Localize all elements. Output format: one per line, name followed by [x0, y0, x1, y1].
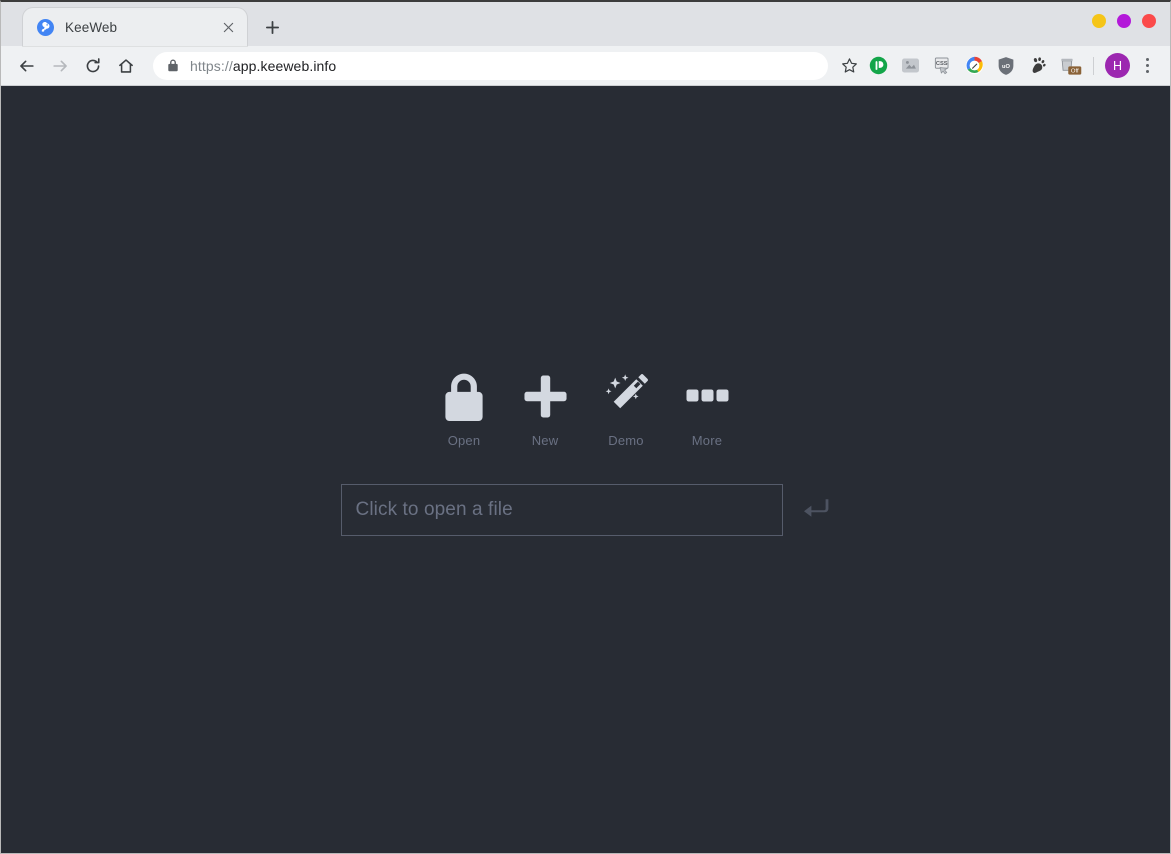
chrome-menu-button[interactable] [1134, 52, 1160, 80]
adblock-extension-icon[interactable]: Off [1054, 51, 1086, 81]
close-icon[interactable] [217, 16, 239, 38]
window-close-button[interactable] [1142, 14, 1156, 28]
css-viewer-extension-icon[interactable]: CSS [926, 51, 958, 81]
url-scheme: https:// [190, 57, 233, 74]
file-path-input[interactable] [340, 484, 783, 536]
home-icon[interactable] [112, 52, 140, 80]
open-file-button[interactable]: Open [424, 369, 505, 448]
open-file-label: Open [447, 433, 481, 448]
svg-text:Off: Off [1071, 68, 1079, 74]
forward-arrow-icon [46, 52, 74, 80]
key-icon [37, 18, 54, 36]
plus-icon [523, 369, 568, 423]
window-minimize-button[interactable] [1092, 14, 1106, 28]
star-icon[interactable] [836, 53, 862, 79]
browser-tab-keeweb[interactable]: KeeWeb [23, 8, 247, 46]
new-tab-button[interactable] [257, 12, 287, 42]
intro-actions: Open New Demo More [424, 369, 748, 448]
browser-window: KeeWeb https://app.keeweb.info CSS uO Of… [0, 0, 1171, 854]
stylus-extension-icon[interactable] [958, 51, 990, 81]
svg-text:CSS: CSS [935, 61, 947, 67]
tab-strip: KeeWeb [1, 2, 1170, 46]
tab-title: KeeWeb [65, 19, 118, 35]
demo-label: Demo [608, 433, 644, 448]
svg-text:uO: uO [1002, 64, 1010, 70]
ublock-origin-extension-icon[interactable]: uO [990, 51, 1022, 81]
ellipsis-icon [686, 369, 729, 423]
menu-dot [1145, 70, 1149, 73]
gnome-shell-integration-extension-icon[interactable] [1022, 51, 1054, 81]
more-button[interactable]: More [667, 369, 748, 448]
back-arrow-icon[interactable] [13, 52, 41, 80]
screenshot-extension-icon[interactable] [894, 51, 926, 81]
reload-icon[interactable] [79, 52, 107, 80]
more-label: More [691, 433, 723, 448]
open-file-row [340, 484, 831, 536]
avatar[interactable]: H [1105, 53, 1130, 78]
enter-return-icon [803, 497, 831, 523]
lock-icon [167, 59, 179, 72]
new-file-button[interactable]: New [505, 369, 586, 448]
menu-dot [1145, 64, 1149, 67]
demo-button[interactable]: Demo [586, 369, 667, 448]
toolbar-divider [1093, 56, 1094, 75]
browser-toolbar: https://app.keeweb.info CSS uO Off H [1, 46, 1170, 86]
url-host: app.keeweb.info [232, 57, 337, 74]
keeweb-intro: Open New Demo More Click to open a file [1, 369, 1170, 536]
address-bar[interactable]: https://app.keeweb.info [153, 51, 828, 80]
window-controls [1092, 14, 1156, 28]
extensions-area: CSS uO Off [862, 51, 1086, 81]
menu-dot [1145, 58, 1149, 61]
window-maximize-button[interactable] [1117, 14, 1131, 28]
page-viewport: Open New Demo More Click to open a file [1, 86, 1170, 853]
magic-wand-icon [602, 369, 650, 423]
1password-extension-icon[interactable] [862, 51, 894, 81]
lock-icon [443, 369, 485, 423]
new-file-label: New [531, 433, 559, 448]
url-text: https://app.keeweb.info [190, 58, 822, 74]
